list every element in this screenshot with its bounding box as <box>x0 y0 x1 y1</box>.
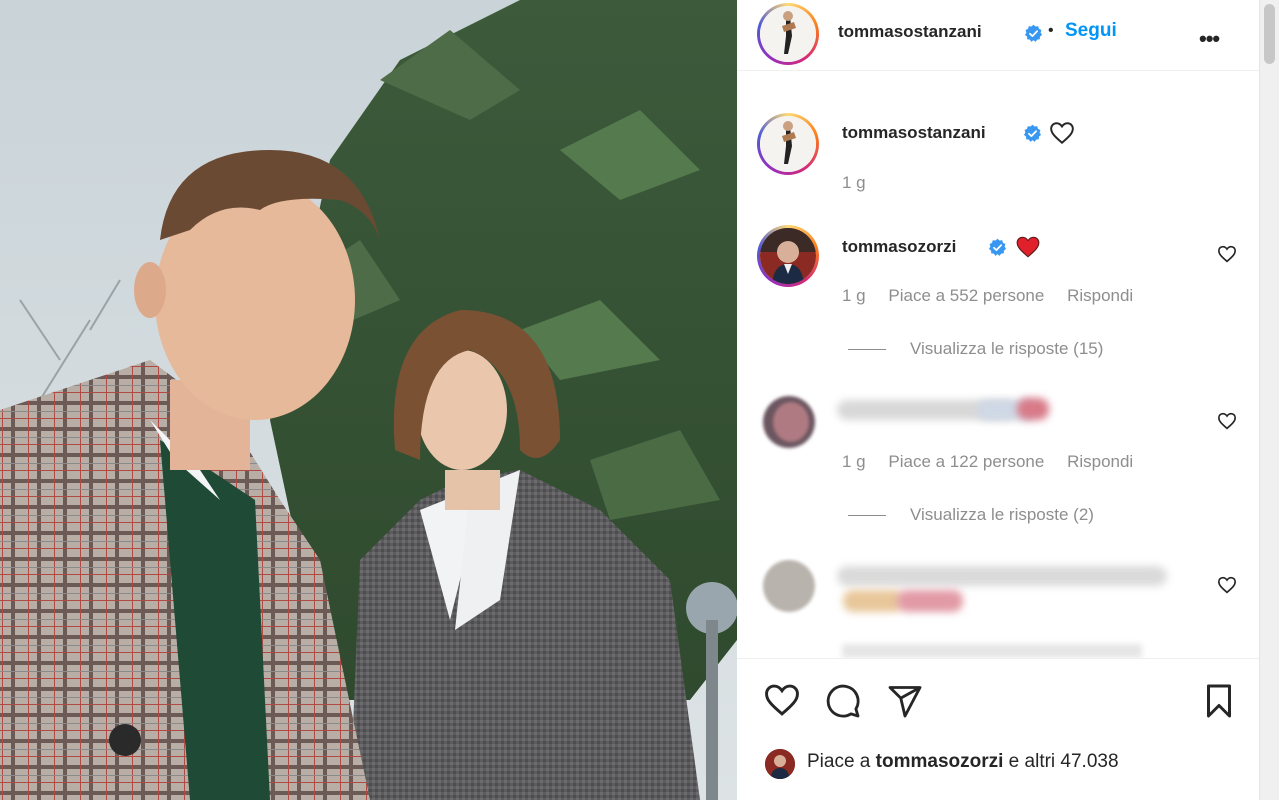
post-header: tommasostanzani • Segui ••• <box>737 0 1259 71</box>
comment-like-heart-icon[interactable] <box>1217 412 1237 430</box>
author-username[interactable]: tommasostanzani <box>838 22 982 42</box>
share-icon[interactable] <box>887 683 923 719</box>
comment-likes[interactable]: Piace a 552 persone <box>888 286 1044 305</box>
comment-like-heart-icon[interactable] <box>1217 576 1237 594</box>
comment-item: 1 g Piace a 122 persone Rispondi Visuali… <box>737 392 1259 532</box>
reply-button[interactable]: Rispondi <box>1067 286 1133 305</box>
comment-icon[interactable] <box>825 683 861 719</box>
author-avatar-image <box>760 6 816 62</box>
verified-badge-icon <box>1024 24 1043 42</box>
commenter-avatar[interactable] <box>763 560 815 612</box>
scrollbar-thumb[interactable] <box>1264 4 1275 64</box>
post-photo[interactable] <box>0 0 737 800</box>
view-replies-label: Visualizza le risposte (15) <box>910 339 1104 358</box>
caption-avatar-image <box>760 116 816 172</box>
red-heart-emoji-icon <box>1016 236 1040 258</box>
commenter-avatar-image <box>760 228 816 284</box>
blurred-comment-text <box>837 566 1167 586</box>
caption-time: 1 g <box>842 173 866 192</box>
comment-item <box>737 558 1259 658</box>
comment-item: tommasozorzi 1 g Piace a 552 persone Ris… <box>737 225 1259 365</box>
verified-badge-icon <box>1023 124 1042 142</box>
replies-divider <box>848 349 886 351</box>
heart-outline-icon <box>1050 122 1074 145</box>
reply-button[interactable]: Rispondi <box>1067 452 1133 471</box>
author-avatar[interactable] <box>757 3 819 65</box>
liked-by-suffix[interactable]: e altri 47.038 <box>1003 751 1119 772</box>
caption: tommasostanzani 1 g <box>737 110 1259 210</box>
view-replies-label: Visualizza le risposte (2) <box>910 505 1094 524</box>
bookmark-icon[interactable] <box>1203 683 1235 719</box>
blurred-emoji-heart <box>1017 398 1049 420</box>
post-image <box>0 0 737 800</box>
caption-author-avatar[interactable] <box>757 113 819 175</box>
follow-button[interactable]: Segui <box>1065 20 1117 42</box>
comments-panel: tommasostanzani • Segui ••• tommasostanz… <box>737 0 1259 800</box>
liked-by-avatar-image <box>765 749 795 779</box>
scrollbar[interactable] <box>1259 0 1279 800</box>
commenter-avatar[interactable] <box>763 396 815 448</box>
header-separator: • <box>1048 22 1054 39</box>
comment-meta-cutoff <box>842 644 1142 658</box>
blurred-emoji <box>843 590 903 612</box>
comment-time: 1 g <box>842 452 866 471</box>
verified-badge-icon <box>988 238 1007 256</box>
replies-divider <box>848 515 886 517</box>
comment-likes[interactable]: Piace a 122 persone <box>888 452 1044 471</box>
liked-by-user[interactable]: tommasozorzi <box>876 751 1004 772</box>
liked-by-summary[interactable]: Piace a tommasozorzi e altri 47.038 <box>807 751 1119 773</box>
comment-time: 1 g <box>842 286 866 305</box>
blurred-emoji <box>897 590 963 612</box>
post-actions: Piace a tommasozorzi e altri 47.038 <box>737 658 1259 801</box>
view-replies-button[interactable]: Visualizza le risposte (2) <box>848 505 1094 525</box>
commenter-username[interactable]: tommasozorzi <box>842 237 956 257</box>
more-options-button[interactable]: ••• <box>1199 26 1220 52</box>
commenter-avatar[interactable] <box>757 225 819 287</box>
view-replies-button[interactable]: Visualizza le risposte (15) <box>848 339 1103 359</box>
comment-like-heart-icon[interactable] <box>1217 245 1237 263</box>
heart-icon[interactable] <box>763 683 801 717</box>
caption-username[interactable]: tommasostanzani <box>842 123 986 143</box>
liked-by-prefix: Piace a <box>807 751 876 772</box>
liked-by-avatar[interactable] <box>765 749 795 779</box>
